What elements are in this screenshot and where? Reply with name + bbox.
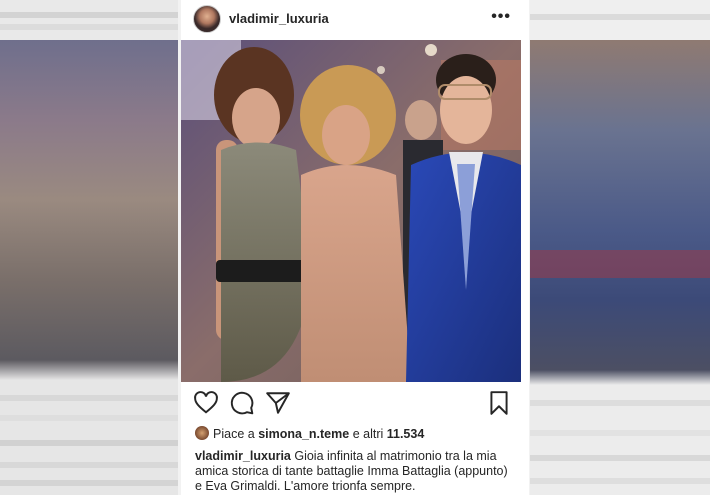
blur-streak xyxy=(530,14,710,20)
blur-streak xyxy=(530,478,710,484)
caption-username[interactable]: vladimir_luxuria xyxy=(195,449,291,463)
bookmark-icon[interactable] xyxy=(486,390,512,416)
blur-streak xyxy=(0,395,178,401)
comment-icon[interactable] xyxy=(229,390,255,416)
post-header: vladimir_luxuria ••• xyxy=(181,0,529,40)
likes-connector: e altri xyxy=(352,427,384,441)
blur-streak xyxy=(530,430,710,436)
username[interactable]: vladimir_luxuria xyxy=(229,11,329,26)
blurred-background-right xyxy=(530,0,710,495)
paper-plane-icon[interactable] xyxy=(265,390,291,416)
blur-streak xyxy=(0,12,178,18)
blur-streak xyxy=(0,415,178,421)
post-caption: vladimir_luxuria Gioia infinita al matri… xyxy=(195,449,515,494)
liker-avatar[interactable] xyxy=(195,426,209,440)
heart-icon[interactable] xyxy=(193,390,219,416)
blur-streak xyxy=(530,250,710,278)
blurred-background-left xyxy=(0,0,178,495)
blur-streak xyxy=(530,400,710,406)
instagram-post: vladimir_luxuria ••• Piace a simona_n.te… xyxy=(181,0,529,495)
more-options-icon[interactable]: ••• xyxy=(491,8,511,26)
liker-username[interactable]: simona_n.teme xyxy=(258,427,349,441)
blur-streak xyxy=(0,440,178,446)
likes-count[interactable]: 11.534 xyxy=(387,427,425,441)
blur-streak xyxy=(530,455,710,461)
blur-streak xyxy=(0,480,178,486)
post-actions xyxy=(181,388,521,418)
blur-streak xyxy=(0,462,178,468)
blur-streak xyxy=(0,24,178,30)
likes-line: Piace a simona_n.teme e altri 11.534 xyxy=(195,426,424,441)
likes-prefix: Piace a xyxy=(213,427,255,441)
post-photo[interactable] xyxy=(181,40,521,382)
avatar[interactable] xyxy=(193,5,221,33)
photo-illustration xyxy=(181,40,521,382)
